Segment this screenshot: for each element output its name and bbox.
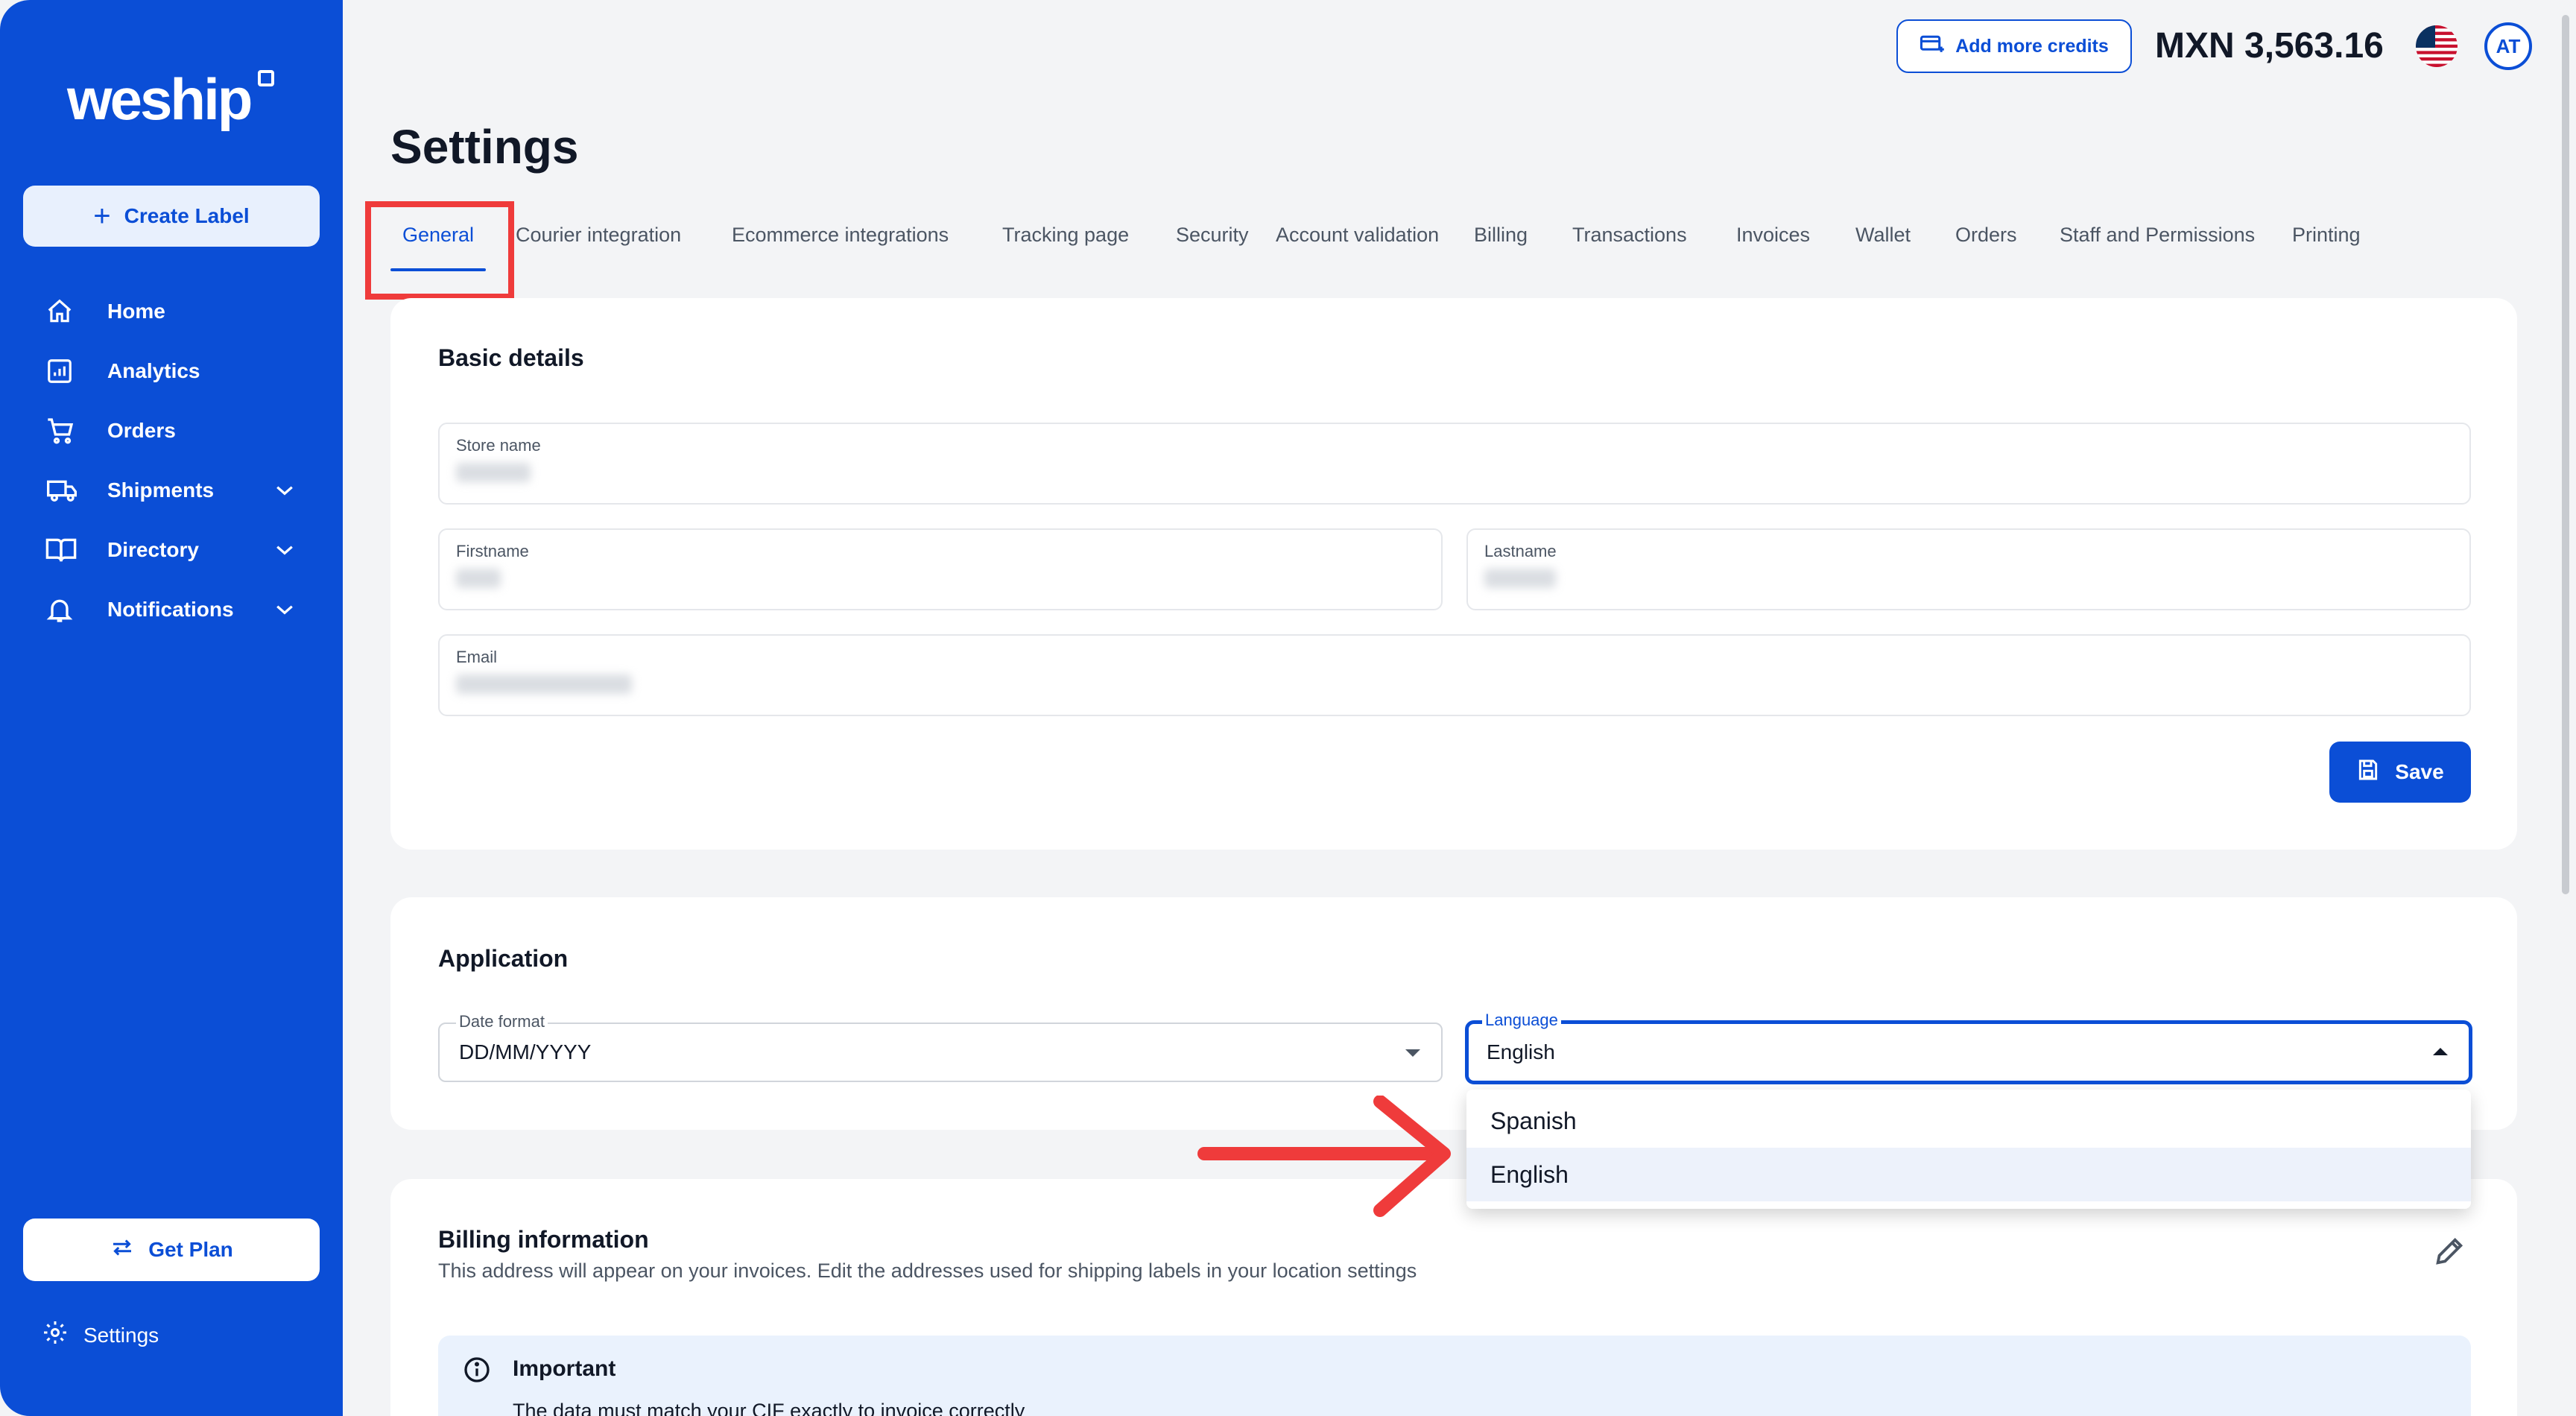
sidebar-item-label: Directory [107, 538, 199, 561]
tab-courier-integration[interactable]: Courier integration [516, 224, 681, 247]
sidebar-item-label: Home [107, 300, 165, 323]
sidebar: weship + Create Label Home Analytics Ord… [0, 0, 343, 1416]
tab-invoices[interactable]: Invoices [1736, 224, 1810, 247]
scrollbar[interactable] [2562, 15, 2569, 894]
truck-icon [45, 475, 85, 505]
sidebar-item-label: Analytics [107, 359, 200, 382]
sidebar-item-orders[interactable]: Orders [45, 408, 298, 453]
caret-up-icon [2433, 1048, 2448, 1055]
date-format-value: DD/MM/YYYY [459, 1040, 592, 1063]
tab-account-validation[interactable]: Account validation [1276, 224, 1439, 247]
store-name-field[interactable]: Store name [438, 423, 2471, 505]
annotation-highlight-box [365, 201, 514, 300]
get-plan-button[interactable]: Get Plan [23, 1219, 320, 1281]
chevron-down-icon[interactable] [271, 544, 298, 556]
language-value: English [1487, 1040, 1555, 1063]
info-icon [462, 1355, 492, 1388]
store-name-label: Store name [456, 436, 541, 455]
date-format-label: Date format [456, 1012, 548, 1031]
language-select[interactable]: Language English [1465, 1011, 2472, 1084]
sidebar-item-settings[interactable]: Settings [42, 1319, 159, 1351]
analytics-icon [45, 356, 85, 386]
lastname-field[interactable]: Lastname [1466, 528, 2471, 610]
lastname-label: Lastname [1484, 542, 1557, 560]
card-plus-icon [1920, 34, 1945, 60]
language-dropdown-menu: Spanish English [1466, 1090, 2471, 1209]
pencil-edit-icon[interactable] [2432, 1234, 2466, 1272]
balance-amount: MXN 3,563.16 [2155, 26, 2384, 66]
billing-information-title: Billing information [438, 1226, 649, 1253]
book-icon [45, 535, 85, 565]
firstname-label: Firstname [456, 542, 529, 560]
cart-icon [45, 416, 85, 446]
sidebar-item-label: Orders [107, 419, 176, 442]
swap-arrows-icon [110, 1238, 135, 1262]
page-title: Settings [390, 120, 579, 174]
sidebar-item-directory[interactable]: Directory [45, 528, 298, 572]
save-text: Save [2395, 760, 2444, 783]
chevron-down-icon[interactable] [271, 484, 298, 496]
create-label-button[interactable]: + Create Label [23, 186, 320, 247]
store-name-value-redacted [456, 463, 531, 482]
tab-wallet[interactable]: Wallet [1855, 224, 1911, 247]
application-title: Application [438, 945, 569, 972]
firstname-value-redacted [456, 569, 501, 588]
tab-transactions[interactable]: Transactions [1572, 224, 1687, 247]
add-credits-button[interactable]: Add more credits [1896, 19, 2132, 73]
important-notice: Important The data must match your CIF e… [438, 1336, 2471, 1416]
create-label-text: Create Label [124, 204, 250, 227]
firstname-field[interactable]: Firstname [438, 528, 1443, 610]
get-plan-text: Get Plan [148, 1238, 233, 1261]
lastname-value-redacted [1484, 569, 1556, 588]
sidebar-item-analytics[interactable]: Analytics [45, 349, 298, 393]
language-label: Language [1482, 1011, 1561, 1030]
plus-icon: + [93, 200, 111, 233]
avatar[interactable]: AT [2484, 22, 2532, 70]
tab-tracking-page[interactable]: Tracking page [1002, 224, 1129, 247]
floppy-disk-icon [2356, 758, 2380, 787]
home-icon [45, 297, 85, 326]
weship-logo[interactable]: weship [67, 66, 253, 133]
tab-security[interactable]: Security [1176, 224, 1249, 247]
sidebar-item-shipments[interactable]: Shipments [45, 468, 298, 513]
email-label: Email [456, 648, 498, 666]
date-format-select[interactable]: Date format DD/MM/YYYY [438, 1012, 1443, 1082]
important-body: The data must match your CIF exactly to … [513, 1400, 1025, 1416]
tab-staff-and-permissions[interactable]: Staff and Permissions [2060, 224, 2255, 247]
sidebar-item-label: Shipments [107, 478, 215, 502]
annotation-arrow-icon [1192, 1095, 1461, 1226]
tab-billing[interactable]: Billing [1474, 224, 1528, 247]
gear-icon [42, 1319, 69, 1351]
tab-printing[interactable]: Printing [2292, 224, 2361, 247]
save-button[interactable]: Save [2329, 742, 2471, 803]
language-option-english[interactable]: English [1466, 1148, 2471, 1201]
important-title: Important [513, 1356, 616, 1381]
billing-information-subtitle: This address will appear on your invoice… [438, 1259, 1417, 1282]
chevron-down-icon[interactable] [271, 604, 298, 616]
basic-details-title: Basic details [438, 344, 584, 371]
sidebar-item-label: Notifications [107, 598, 234, 621]
email-value-redacted [456, 674, 632, 694]
sidebar-item-notifications[interactable]: Notifications [45, 587, 298, 632]
add-credits-text: Add more credits [1955, 35, 2109, 57]
tab-orders[interactable]: Orders [1955, 224, 2017, 247]
language-option-spanish[interactable]: Spanish [1466, 1094, 2471, 1148]
caret-down-icon [1405, 1049, 1420, 1057]
us-flag-icon[interactable] [2416, 25, 2458, 67]
logo-mark-icon [258, 70, 274, 86]
bell-icon [45, 595, 85, 625]
sidebar-item-label: Settings [83, 1323, 159, 1347]
email-field[interactable]: Email [438, 634, 2471, 716]
tab-ecommerce-integrations[interactable]: Ecommerce integrations [732, 224, 949, 247]
sidebar-item-home[interactable]: Home [45, 289, 298, 334]
